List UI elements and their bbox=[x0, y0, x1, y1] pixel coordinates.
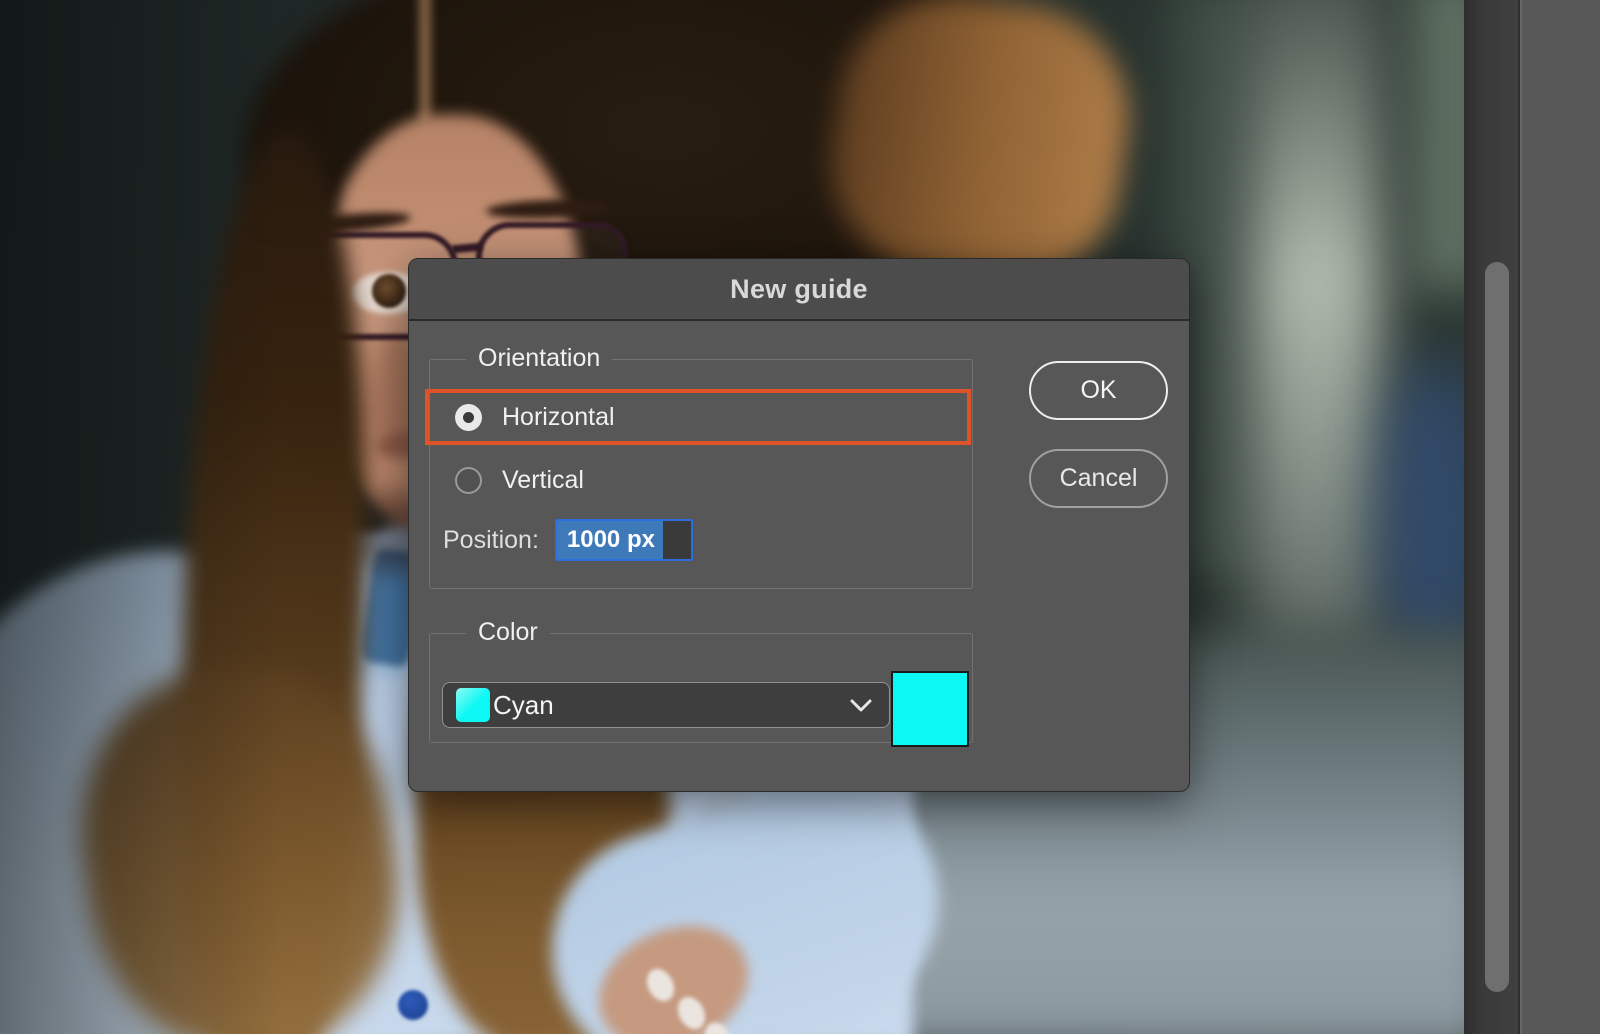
ok-button-label: OK bbox=[1080, 376, 1116, 405]
radio-row-horizontal[interactable]: Horizontal bbox=[425, 389, 971, 445]
radio-vertical-label: Vertical bbox=[502, 466, 584, 495]
position-value-selected-text: 1000 px bbox=[557, 521, 663, 559]
chevron-down-icon bbox=[849, 698, 873, 714]
cancel-button[interactable]: Cancel bbox=[1029, 449, 1168, 508]
ok-button[interactable]: OK bbox=[1029, 361, 1168, 420]
color-preview-swatch bbox=[891, 671, 969, 747]
radio-vertical-unselected[interactable] bbox=[455, 467, 482, 494]
dialog-titlebar[interactable]: New guide bbox=[409, 259, 1189, 321]
position-row: Position: 1000 px bbox=[443, 517, 693, 563]
photo-hair-part bbox=[420, 0, 430, 125]
color-legend: Color bbox=[466, 618, 550, 647]
photo-shirt-button bbox=[398, 990, 428, 1020]
radio-horizontal-selected[interactable] bbox=[455, 404, 482, 431]
position-label: Position: bbox=[443, 526, 539, 555]
dialog-title: New guide bbox=[730, 274, 868, 305]
scrollbar-thumb[interactable] bbox=[1485, 262, 1509, 992]
cancel-button-label: Cancel bbox=[1060, 464, 1138, 493]
radio-horizontal-label: Horizontal bbox=[502, 403, 615, 432]
photo-vignette bbox=[0, 0, 280, 1034]
color-dropdown[interactable]: Cyan bbox=[442, 682, 890, 728]
position-input-empty-area bbox=[663, 521, 691, 559]
radio-row-vertical[interactable]: Vertical bbox=[455, 463, 584, 497]
color-dropdown-value: Cyan bbox=[493, 690, 554, 721]
position-input[interactable]: 1000 px bbox=[555, 519, 693, 561]
photoshop-canvas: New guide Orientation Horizontal Vertica… bbox=[0, 0, 1600, 1034]
photo-bokeh-glow bbox=[1412, 0, 1464, 290]
color-dropdown-swatch bbox=[456, 688, 490, 722]
new-guide-dialog: New guide Orientation Horizontal Vertica… bbox=[408, 258, 1190, 792]
scrollbar-track[interactable] bbox=[1464, 0, 1518, 1034]
orientation-legend: Orientation bbox=[466, 344, 612, 373]
right-panel bbox=[1518, 0, 1600, 1034]
